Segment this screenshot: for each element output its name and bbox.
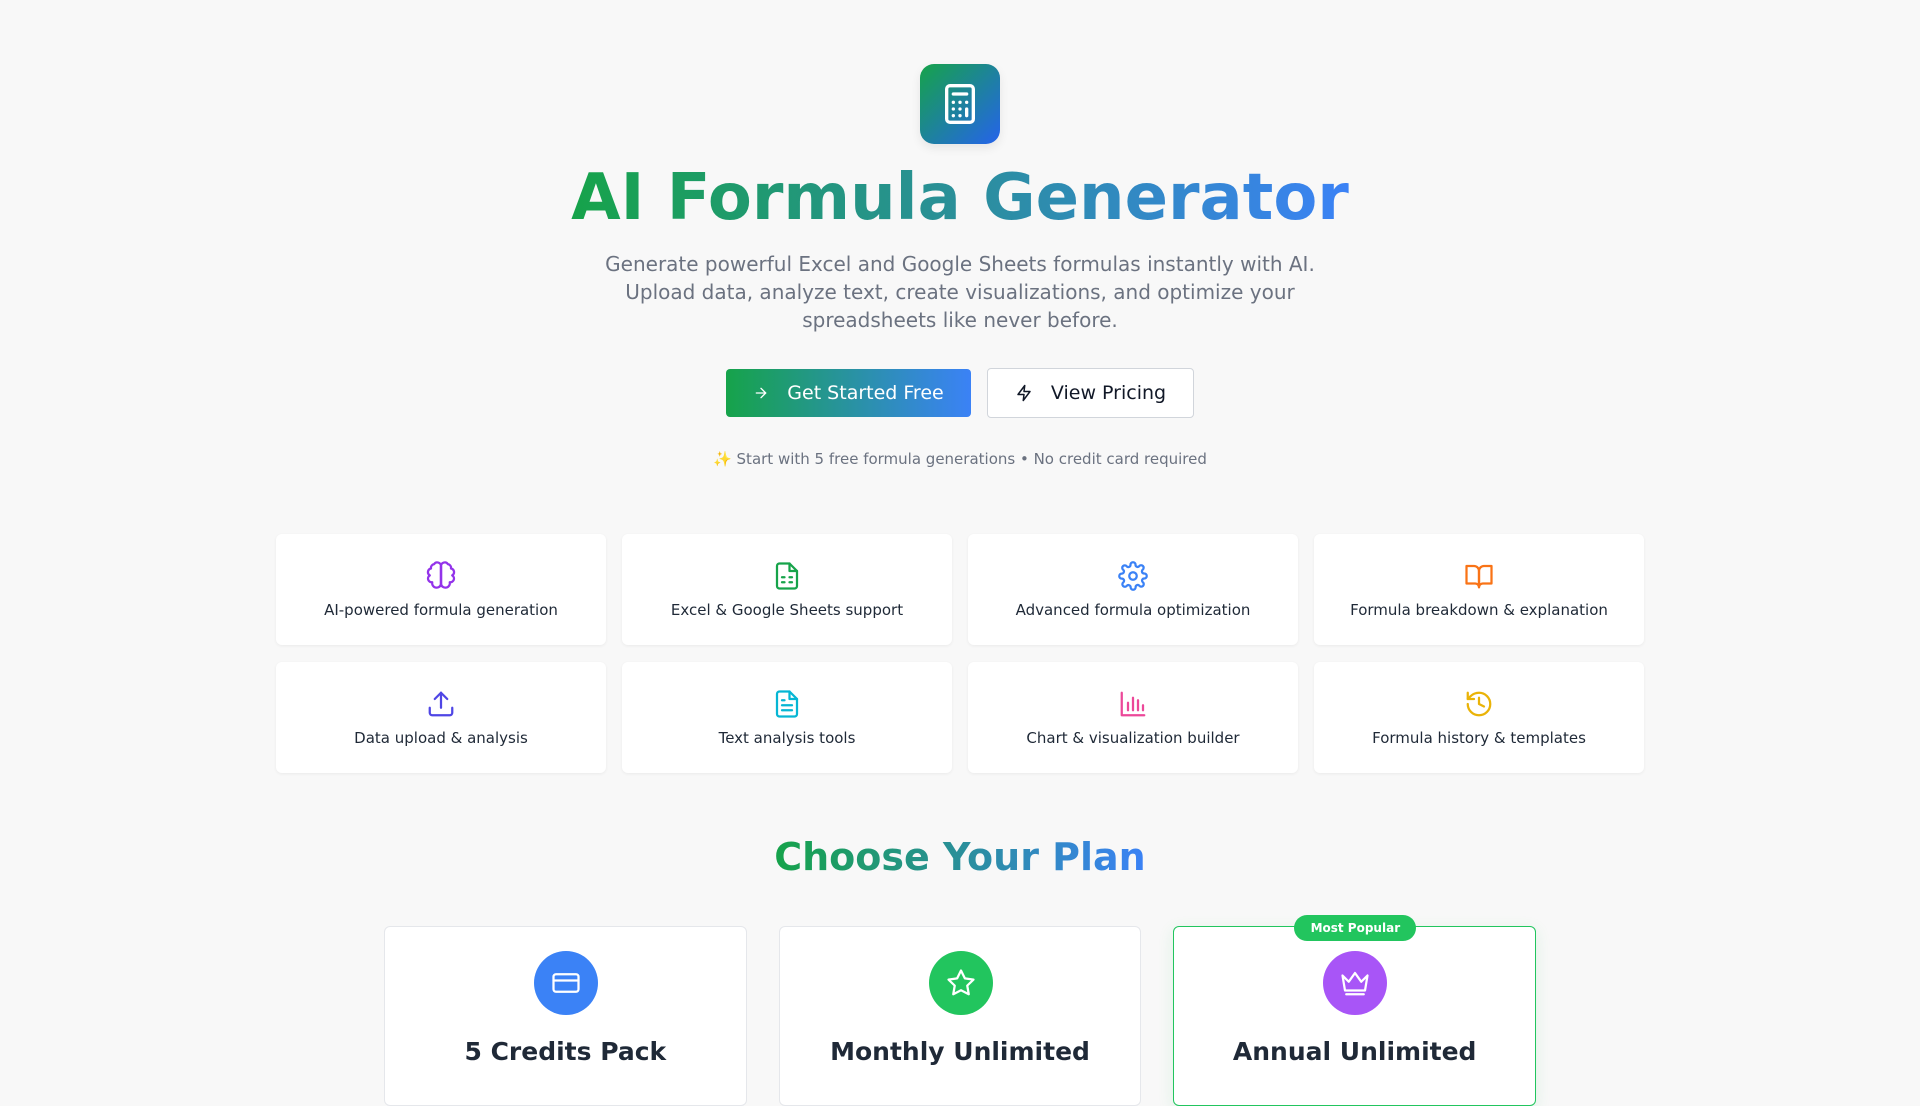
- feature-card: Text analysis tools: [622, 662, 952, 773]
- features-grid: AI-powered formula generation Excel & Go…: [276, 534, 1644, 773]
- feature-label: Advanced formula optimization: [1015, 600, 1251, 619]
- crown-icon: [1323, 951, 1388, 1015]
- book-icon: [1464, 561, 1494, 591]
- most-popular-badge: Most Popular: [1294, 915, 1417, 941]
- plan-name: Annual Unlimited: [1232, 1037, 1477, 1066]
- history-icon: [1464, 689, 1494, 719]
- pricing-plans: 5 Credits Pack Monthly Unlimited Most Po…: [384, 915, 1537, 1106]
- document-icon: [772, 689, 802, 719]
- view-pricing-button[interactable]: View Pricing: [987, 368, 1194, 418]
- feature-card: Chart & visualization builder: [968, 662, 1298, 773]
- plan-card-credits[interactable]: 5 Credits Pack: [384, 926, 747, 1106]
- feature-card: Formula history & templates: [1314, 662, 1644, 773]
- plan-name: Monthly Unlimited: [830, 1037, 1090, 1066]
- feature-label: Excel & Google Sheets support: [670, 600, 904, 619]
- feature-label: Chart & visualization builder: [1026, 728, 1240, 747]
- plan-card-monthly[interactable]: Monthly Unlimited: [778, 926, 1142, 1106]
- credit-card-icon: [534, 951, 598, 1015]
- arrow-right-icon: [755, 387, 767, 399]
- feature-card: Excel & Google Sheets support: [622, 534, 952, 645]
- feature-label: Formula history & templates: [1372, 728, 1586, 747]
- feature-label: Text analysis tools: [718, 728, 856, 747]
- feature-label: AI-powered formula generation: [324, 600, 558, 619]
- gear-icon: [1118, 560, 1148, 591]
- bar-chart-icon: [1118, 689, 1148, 719]
- star-icon: [928, 951, 993, 1015]
- calculator-icon: [945, 84, 975, 124]
- feature-card: Advanced formula optimization: [968, 534, 1298, 645]
- page-title: AI Formula Generator: [571, 161, 1349, 235]
- app-logo: [920, 64, 1000, 144]
- free-trial-note: ✨ Start with 5 free formula generations …: [713, 450, 1207, 468]
- lightning-icon: [1017, 384, 1031, 402]
- get-started-button[interactable]: Get Started Free: [726, 369, 971, 417]
- feature-card: Data upload & analysis: [276, 662, 606, 773]
- brain-icon: [426, 560, 456, 591]
- feature-label: Formula breakdown & explanation: [1350, 600, 1608, 619]
- feature-label: Data upload & analysis: [354, 728, 528, 747]
- get-started-label: Get Started Free: [787, 382, 944, 404]
- upload-icon: [426, 689, 456, 719]
- plan-name: 5 Credits Pack: [464, 1037, 667, 1066]
- feature-card: Formula breakdown & explanation: [1314, 534, 1644, 645]
- plan-card-annual[interactable]: Most Popular Annual Unlimited: [1173, 915, 1537, 1106]
- spreadsheet-icon: [772, 561, 802, 591]
- pricing-title: Choose Your Plan: [774, 835, 1146, 879]
- feature-card: AI-powered formula generation: [276, 534, 606, 645]
- hero-subtitle: Generate powerful Excel and Google Sheet…: [605, 252, 1315, 332]
- view-pricing-label: View Pricing: [1050, 382, 1167, 404]
